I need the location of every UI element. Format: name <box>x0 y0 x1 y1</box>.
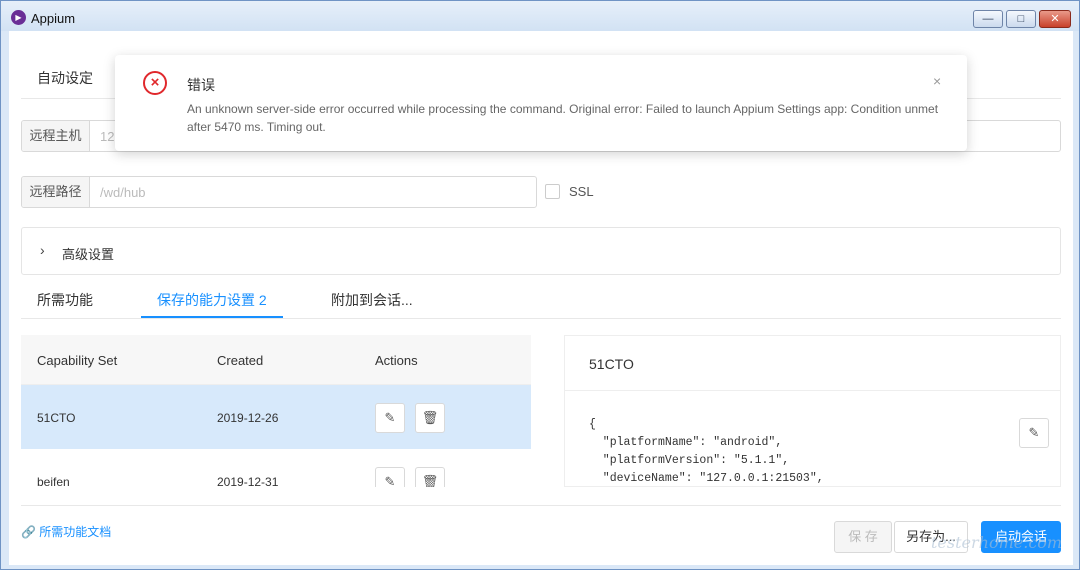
remote-path-field[interactable]: 远程路径 <box>21 176 537 208</box>
edit-json-button[interactable]: ✎ <box>1019 418 1049 448</box>
pencil-icon: ✎ <box>384 410 396 425</box>
notification-title: 错误 <box>187 77 215 93</box>
trash-icon: 🗑 <box>421 410 439 425</box>
tab-auto-settings[interactable]: 自动设定 <box>37 68 93 88</box>
table-header: Capability Set Created Actions <box>21 335 531 385</box>
active-tab-indicator <box>141 316 283 318</box>
table-row[interactable]: 51CTO 2019-12-26 ✎ 🗑 <box>21 385 531 449</box>
edit-button[interactable]: ✎ <box>375 403 405 433</box>
close-window-button[interactable]: ✕ <box>1039 10 1071 28</box>
watermark: testerhome.com <box>931 533 1063 552</box>
pencil-icon: ✎ <box>1028 425 1040 440</box>
close-icon[interactable]: × <box>933 73 941 89</box>
capabilities-doc-link[interactable]: 🔗 所需功能文档 <box>21 523 111 540</box>
ssl-checkbox[interactable] <box>545 184 560 199</box>
json-line: "deviceName": "127.0.0.1:21503", <box>589 472 824 485</box>
app-window: ▶ Appium — □ ✕ 自动设定 远程主机 远程路径 SSL › 高级设置… <box>0 0 1080 570</box>
json-line: "platformVersion": "5.1.1", <box>589 454 790 467</box>
row-name: 51CTO <box>37 411 76 425</box>
remote-host-label: 远程主机 <box>22 121 90 151</box>
save-button[interactable]: 保 存 <box>834 521 892 553</box>
appium-logo-icon: ▶ <box>11 10 26 25</box>
row-created: 2019-12-31 <box>217 475 279 487</box>
column-header-created: Created <box>217 353 264 368</box>
trash-icon: 🗑 <box>421 474 439 487</box>
capability-detail-panel: 51CTO { "platformName": "android", "plat… <box>564 335 1061 487</box>
edit-button[interactable]: ✎ <box>375 467 405 487</box>
detail-title: 51CTO <box>589 356 634 372</box>
row-created: 2019-12-26 <box>217 411 279 425</box>
divider <box>565 390 1060 391</box>
error-notification: × 错误 An unknown server-side error occurr… <box>115 55 967 151</box>
maximize-button[interactable]: □ <box>1006 10 1036 28</box>
column-header-actions: Actions <box>375 353 418 368</box>
advanced-settings-collapse[interactable]: › 高级设置 <box>21 227 1061 275</box>
tab-saved-capability-sets[interactable]: 保存的能力设置 2 <box>157 290 267 310</box>
minimize-button[interactable]: — <box>973 10 1003 28</box>
json-line: "platformName": "android", <box>589 436 783 449</box>
capability-sets-table: Capability Set Created Actions 51CTO 201… <box>21 335 531 487</box>
ssl-label: SSL <box>569 184 594 199</box>
capabilities-json: { "platformName": "android", "platformVe… <box>589 416 824 486</box>
pencil-icon: ✎ <box>384 474 396 487</box>
title-bar[interactable]: ▶ Appium — □ ✕ <box>1 1 1079 31</box>
link-icon: 🔗 <box>21 525 40 539</box>
chevron-right-icon: › <box>40 242 45 258</box>
remote-path-input[interactable] <box>100 177 500 207</box>
table-row[interactable]: beifen 2019-12-31 ✎ 🗑 <box>21 449 531 487</box>
notification-message: An unknown server-side error occurred wh… <box>187 102 939 134</box>
tab-attach-to-session[interactable]: 附加到会话... <box>331 290 413 310</box>
tab-desired-capabilities[interactable]: 所需功能 <box>37 290 93 310</box>
error-circle-icon: × <box>143 71 167 95</box>
delete-button[interactable]: 🗑 <box>415 403 445 433</box>
tabs-divider <box>21 318 1061 319</box>
advanced-settings-label: 高级设置 <box>62 247 115 262</box>
window-title: Appium <box>31 11 76 26</box>
column-header-capability-set: Capability Set <box>37 353 118 368</box>
footer-divider <box>21 505 1061 506</box>
json-line: { <box>589 418 596 431</box>
remote-path-label: 远程路径 <box>22 177 90 207</box>
doc-link-label: 所需功能文档 <box>39 525 112 539</box>
delete-button[interactable]: 🗑 <box>415 467 445 487</box>
row-name: beifen <box>37 475 70 487</box>
